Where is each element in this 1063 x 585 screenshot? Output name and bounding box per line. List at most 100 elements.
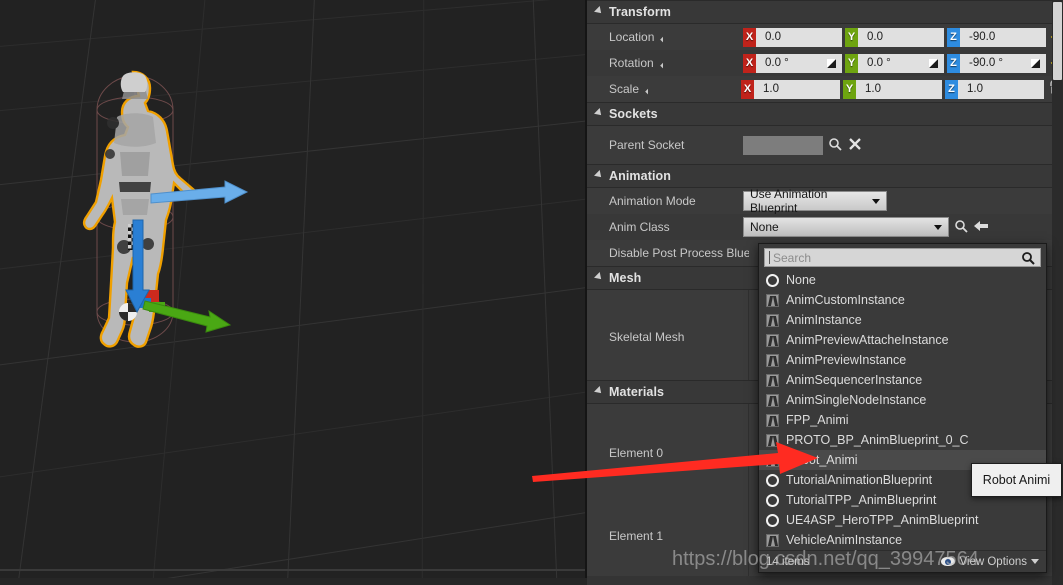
dropdown-item[interactable]: FPP_Animi	[759, 410, 1046, 430]
dropdown-item-label: Robot_Animi	[786, 453, 858, 467]
blueprint-class-icon	[766, 533, 779, 547]
axis-label-y: Y	[845, 27, 858, 47]
property-label: Parent Socket	[609, 138, 685, 152]
scale-y-input[interactable]: 1.0	[856, 79, 942, 99]
property-row-anim-class: Anim Class None	[587, 214, 1063, 240]
vector-input-x[interactable]: X 0.0	[743, 27, 842, 47]
vector-input-z[interactable]: Z -90.0 °	[947, 53, 1046, 73]
dropdown-item[interactable]: PROTO_BP_AnimBlueprint_0_C	[759, 430, 1046, 450]
expand-triangle-icon	[594, 6, 604, 16]
property-label: Disable Post Process Bluepr	[609, 246, 749, 260]
animation-mode-dropdown[interactable]: Use Animation Blueprint	[743, 187, 887, 215]
location-y-input[interactable]: 0.0	[858, 27, 944, 47]
parent-socket-input[interactable]	[743, 135, 823, 155]
chevron-down-icon	[645, 88, 654, 96]
blueprint-class-icon	[766, 373, 779, 387]
category-title: Animation	[609, 169, 672, 183]
expand-triangle-icon	[594, 170, 604, 180]
clear-socket-icon[interactable]	[846, 137, 863, 153]
property-row-scale: Scale X 1.0 Y 1.0 Z 1.0	[587, 76, 1063, 102]
scale-z-input[interactable]: 1.0	[958, 79, 1044, 99]
search-placeholder: Search	[773, 250, 812, 265]
skeletal-mesh-preview[interactable]	[75, 62, 265, 372]
category-animation[interactable]: Animation	[587, 164, 1063, 188]
rotation-slider-icon[interactable]	[928, 58, 939, 69]
dropdown-item-label: VehicleAnimInstance	[786, 533, 903, 547]
property-row-parent-socket: Parent Socket	[587, 126, 1063, 164]
rotation-x-input[interactable]: 0.0 °	[756, 53, 842, 73]
circle-outline-icon	[766, 473, 779, 487]
vector-input-y[interactable]: Y 0.0 °	[845, 53, 944, 73]
watermark-text: https://blog.csdn.net/qq_39947564	[672, 548, 979, 570]
details-scrollbar-track[interactable]	[1052, 0, 1063, 585]
dropdown-item[interactable]: AnimPreviewAttacheInstance	[759, 330, 1046, 350]
dropdown-item-label: FPP_Animi	[786, 413, 849, 427]
column-divider	[748, 290, 749, 380]
dropdown-item-label: UE4ASP_HeroTPP_AnimBlueprint	[786, 513, 979, 527]
category-title: Materials	[609, 385, 665, 399]
category-transform[interactable]: Transform	[587, 0, 1063, 24]
location-x-input[interactable]: 0.0	[756, 27, 842, 47]
axis-label-x: X	[743, 53, 756, 73]
property-label[interactable]: Rotation	[587, 56, 739, 70]
rotation-y-input[interactable]: 0.0 °	[858, 53, 944, 73]
category-title: Sockets	[609, 107, 658, 121]
dropdown-item[interactable]: AnimSequencerInstance	[759, 370, 1046, 390]
chevron-down-icon	[872, 198, 880, 204]
property-row-rotation: Rotation X 0.0 ° Y 0.0 ° Z -90.0 °	[587, 50, 1063, 76]
dropdown-item-list[interactable]: None AnimCustomInstance AnimInstance AnimPr…	[759, 270, 1046, 550]
dropdown-item-label: AnimCustomInstance	[786, 293, 905, 307]
axis-label-y: Y	[845, 53, 858, 73]
dropdown-item[interactable]: AnimCustomInstance	[759, 290, 1046, 310]
vector-input-x[interactable]: X 1.0	[741, 79, 840, 99]
vector-input-y[interactable]: Y 1.0	[843, 79, 942, 99]
blueprint-class-icon	[766, 433, 779, 447]
dropdown-item[interactable]: AnimPreviewInstance	[759, 350, 1046, 370]
expand-triangle-icon	[594, 272, 604, 282]
property-label: Anim Class	[609, 220, 670, 234]
vector-input-y[interactable]: Y 0.0	[845, 27, 944, 47]
viewport-bottom-divider	[0, 569, 585, 571]
chevron-down-icon	[934, 224, 942, 230]
vector-input-x[interactable]: X 0.0 °	[743, 53, 842, 73]
blueprint-class-icon	[766, 453, 779, 467]
dropdown-item-label: None	[786, 273, 816, 287]
dropdown-item-label: AnimSingleNodeInstance	[786, 393, 927, 407]
property-label[interactable]: Scale	[587, 82, 737, 96]
material-element-1-label: Element 1	[609, 529, 664, 543]
details-scrollbar-thumb[interactable]	[1053, 2, 1062, 80]
dropdown-search-wrap: Search	[759, 244, 1046, 270]
rotation-z-input[interactable]: -90.0 °	[960, 53, 1046, 73]
property-label[interactable]: Location	[587, 30, 739, 44]
perspective-viewport[interactable]	[0, 0, 587, 578]
use-selected-asset-icon[interactable]	[972, 219, 989, 236]
browse-asset-icon[interactable]	[952, 219, 969, 236]
axis-label-x: X	[741, 79, 754, 99]
search-icon	[1021, 251, 1035, 268]
vector-input-z[interactable]: Z -90.0	[947, 27, 1046, 47]
dropdown-item[interactable]: AnimInstance	[759, 310, 1046, 330]
dropdown-item[interactable]: UE4ASP_HeroTPP_AnimBlueprint	[759, 510, 1046, 530]
search-input[interactable]: Search	[764, 248, 1041, 267]
category-title: Mesh	[609, 271, 642, 285]
category-sockets[interactable]: Sockets	[587, 102, 1063, 126]
blueprint-class-icon	[766, 293, 779, 307]
anim-class-dropdown[interactable]: None	[743, 217, 949, 237]
dropdown-item[interactable]: AnimSingleNodeInstance	[759, 390, 1046, 410]
location-z-input[interactable]: -90.0	[960, 27, 1046, 47]
dropdown-item-label: AnimSequencerInstance	[786, 373, 923, 387]
property-row-animation-mode: Animation Mode Use Animation Blueprint	[587, 187, 1063, 215]
dropdown-item[interactable]: VehicleAnimInstance	[759, 530, 1046, 550]
rotation-slider-icon[interactable]	[826, 58, 837, 69]
axis-label-x: X	[743, 27, 756, 47]
tooltip-text: Robot Animi	[982, 473, 1051, 487]
rotation-slider-icon[interactable]	[1030, 58, 1041, 69]
dropdown-item-label: AnimPreviewAttacheInstance	[786, 333, 949, 347]
browse-socket-icon[interactable]	[826, 137, 843, 154]
vector-input-z[interactable]: Z 1.0	[945, 79, 1044, 99]
circle-outline-icon	[766, 513, 779, 527]
scale-x-input[interactable]: 1.0	[754, 79, 840, 99]
dropdown-item[interactable]: None	[759, 270, 1046, 290]
anim-class-dropdown-menu[interactable]: Search None AnimCustomInstance AnimInstanc…	[758, 243, 1047, 573]
dropdown-item-label: PROTO_BP_AnimBlueprint_0_C	[786, 433, 969, 447]
